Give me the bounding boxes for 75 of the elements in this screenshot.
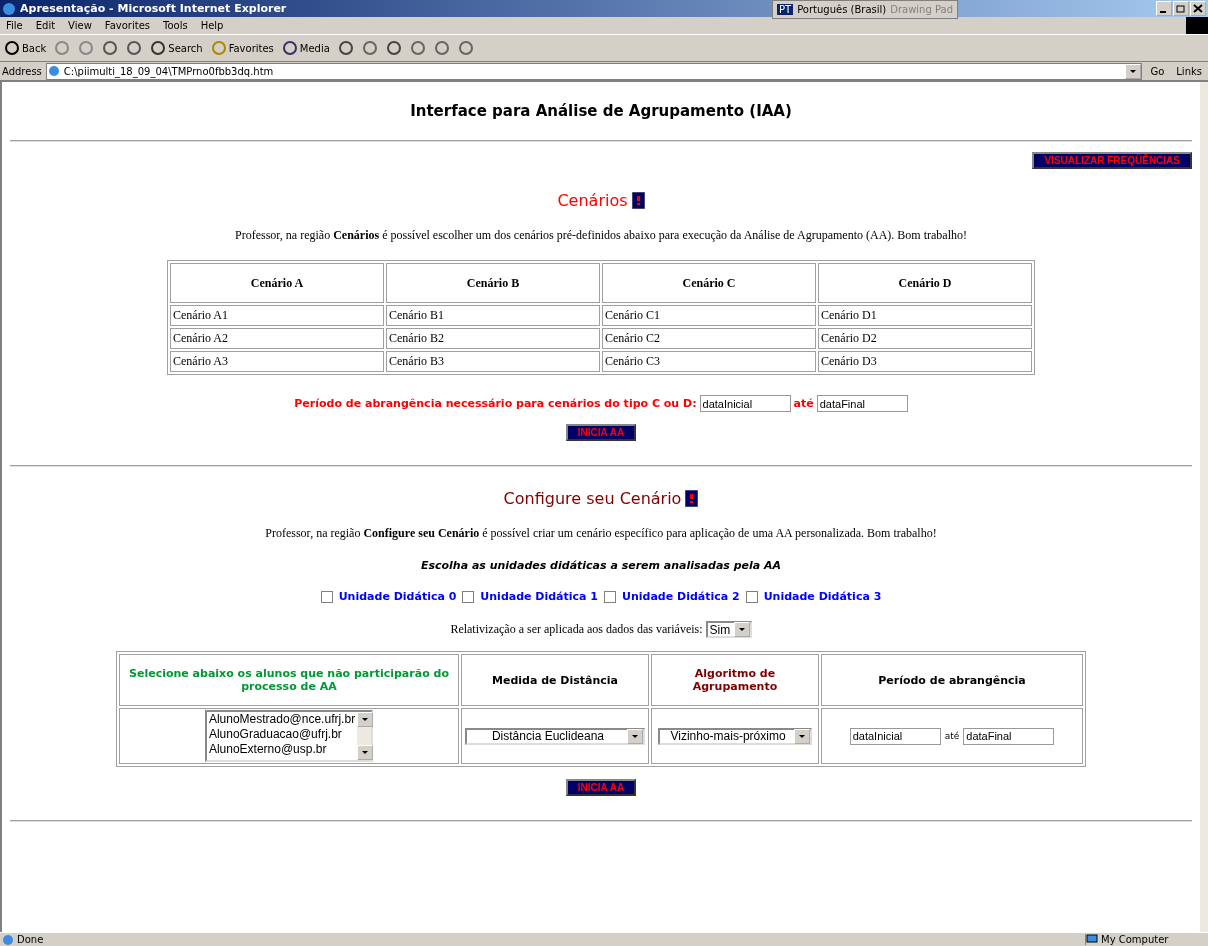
start-date-field[interactable]: dataInicial bbox=[849, 727, 941, 745]
period-label: Período de abrangência necessário para cenários do tipo C ou D: bbox=[294, 397, 697, 410]
menu-item[interactable]: Tools bbox=[163, 20, 188, 31]
end-date-field[interactable]: dataFinal bbox=[816, 395, 908, 412]
checkbox[interactable] bbox=[320, 590, 333, 603]
computer-icon bbox=[1086, 934, 1098, 945]
menu-item[interactable]: Help bbox=[200, 20, 224, 31]
table-cell[interactable]: Cenário A2 bbox=[170, 328, 384, 349]
list-item[interactable]: AlunoMestrado@nce.ufrj.br bbox=[208, 712, 356, 727]
address-field[interactable]: C:\piimulti_18_09_04\TMPrno0fbb3dq.htm bbox=[45, 62, 1143, 80]
relativization-label: Relativização a ser aplicada aos dados das variáveis: bbox=[450, 622, 703, 637]
column-header: Algoritmo de Agrupamento bbox=[651, 654, 819, 706]
zone-label: My Computer bbox=[1101, 934, 1169, 945]
unit-label[interactable]: Unidade Didática 2 bbox=[622, 590, 740, 603]
table-cell[interactable]: Cenário B2 bbox=[386, 328, 600, 349]
distance-select[interactable]: Distância Euclideana bbox=[465, 727, 645, 745]
table-cell[interactable]: Cenário D3 bbox=[818, 351, 1032, 372]
checkbox[interactable] bbox=[604, 590, 616, 603]
language-code[interactable]: PT bbox=[777, 4, 794, 15]
table-cell[interactable]: Cenário A3 bbox=[170, 351, 384, 372]
table-cell[interactable]: Cenário D2 bbox=[818, 328, 1032, 349]
menu-item[interactable]: View bbox=[68, 20, 92, 31]
unit-label[interactable]: Unidade Didática 0 bbox=[338, 590, 457, 603]
table-cell[interactable]: Cenário C1 bbox=[602, 305, 816, 326]
links-button[interactable]: Links bbox=[1172, 65, 1206, 77]
favorites-button[interactable]: Favorites bbox=[210, 40, 274, 56]
language-name[interactable]: Português (Brasil) bbox=[797, 4, 887, 15]
column-header: Selecione abaixo os alunos que não participarão do processo de AA bbox=[119, 654, 459, 706]
address-label: Address bbox=[2, 65, 42, 77]
back-button[interactable]: Back bbox=[4, 40, 47, 56]
table-cell[interactable]: Cenário C2 bbox=[602, 328, 816, 349]
algorithm-select[interactable]: Vizinho-mais-próximo bbox=[658, 727, 812, 745]
start-button[interactable]: INICIA AA bbox=[565, 779, 637, 796]
unit-label[interactable]: Unidade Didática 1 bbox=[480, 590, 598, 603]
unit-label[interactable]: Unidade Didática 3 bbox=[763, 590, 882, 603]
checkbox[interactable] bbox=[462, 590, 475, 603]
page-title: Interface para Análise de Agrupamento (IAA) bbox=[410, 102, 792, 120]
column-header: Cenário D bbox=[818, 263, 1032, 303]
close-icon[interactable] bbox=[1190, 1, 1206, 16]
table-cell[interactable]: Cenário D1 bbox=[818, 305, 1032, 326]
students-list[interactable]: AlunoMestrado@nce.ufrj.br AlunoGraduacao@ufrj.br AlunoExterno@usp.br bbox=[204, 710, 374, 762]
checkbox[interactable] bbox=[745, 590, 758, 603]
start-date-field[interactable]: dataInicial bbox=[699, 395, 791, 412]
go-button[interactable]: Go bbox=[1146, 65, 1169, 77]
list-item[interactable]: AlunoGraduacao@ufrj.br bbox=[208, 727, 356, 742]
until-label: até bbox=[944, 731, 960, 741]
status-text: Done bbox=[17, 934, 45, 945]
media-button[interactable]: Media bbox=[281, 40, 330, 56]
column-header: Período de abrangência bbox=[821, 654, 1083, 706]
end-date-field[interactable]: dataFinal bbox=[963, 727, 1055, 745]
table-cell[interactable]: Cenário C3 bbox=[602, 351, 816, 372]
table-cell[interactable]: Cenário A1 bbox=[170, 305, 384, 326]
description: Professor, na região Cenários é possível escolher um dos cenários pré-definidos abaixo para execução da Análise de Agrupamento (AA). Bom trabalho! bbox=[235, 228, 967, 243]
units-heading: Escolha as unidades didáticas a serem analisadas pela AA bbox=[420, 559, 782, 572]
search-button[interactable]: Search bbox=[150, 40, 203, 56]
description: Professor, na região Configure seu Cenário é possível criar um cenário específico para aplicação de uma AA personalizada. Bom trabalho! bbox=[265, 526, 937, 541]
column-header: Cenário B bbox=[386, 263, 600, 303]
table-cell[interactable]: Cenário B3 bbox=[386, 351, 600, 372]
section-heading: Cenários bbox=[557, 191, 628, 210]
frequencies-button[interactable]: VISUALIZAR FREQÜÊNCIAS bbox=[1032, 152, 1192, 169]
table-cell[interactable]: Cenário B1 bbox=[386, 305, 600, 326]
column-header: Cenário A bbox=[170, 263, 384, 303]
column-header: Cenário C bbox=[602, 263, 816, 303]
list-item[interactable]: AlunoExterno@usp.br bbox=[208, 742, 356, 757]
menu-item[interactable]: Edit bbox=[35, 20, 56, 31]
menu-item[interactable]: File bbox=[6, 20, 23, 31]
section-heading: Configure seu Cenário bbox=[503, 489, 682, 508]
column-header: Medida de Distância bbox=[461, 654, 649, 706]
start-button[interactable]: INICIA AA bbox=[565, 424, 637, 441]
minimize-icon[interactable] bbox=[1156, 1, 1172, 16]
relativization-select[interactable]: Sim bbox=[705, 621, 752, 638]
window-title: Apresentação - Microsoft Internet Explorer bbox=[20, 2, 287, 15]
menu-item[interactable]: Favorites bbox=[104, 20, 150, 31]
restore-icon[interactable] bbox=[1173, 1, 1189, 16]
until-label: até bbox=[793, 397, 814, 410]
